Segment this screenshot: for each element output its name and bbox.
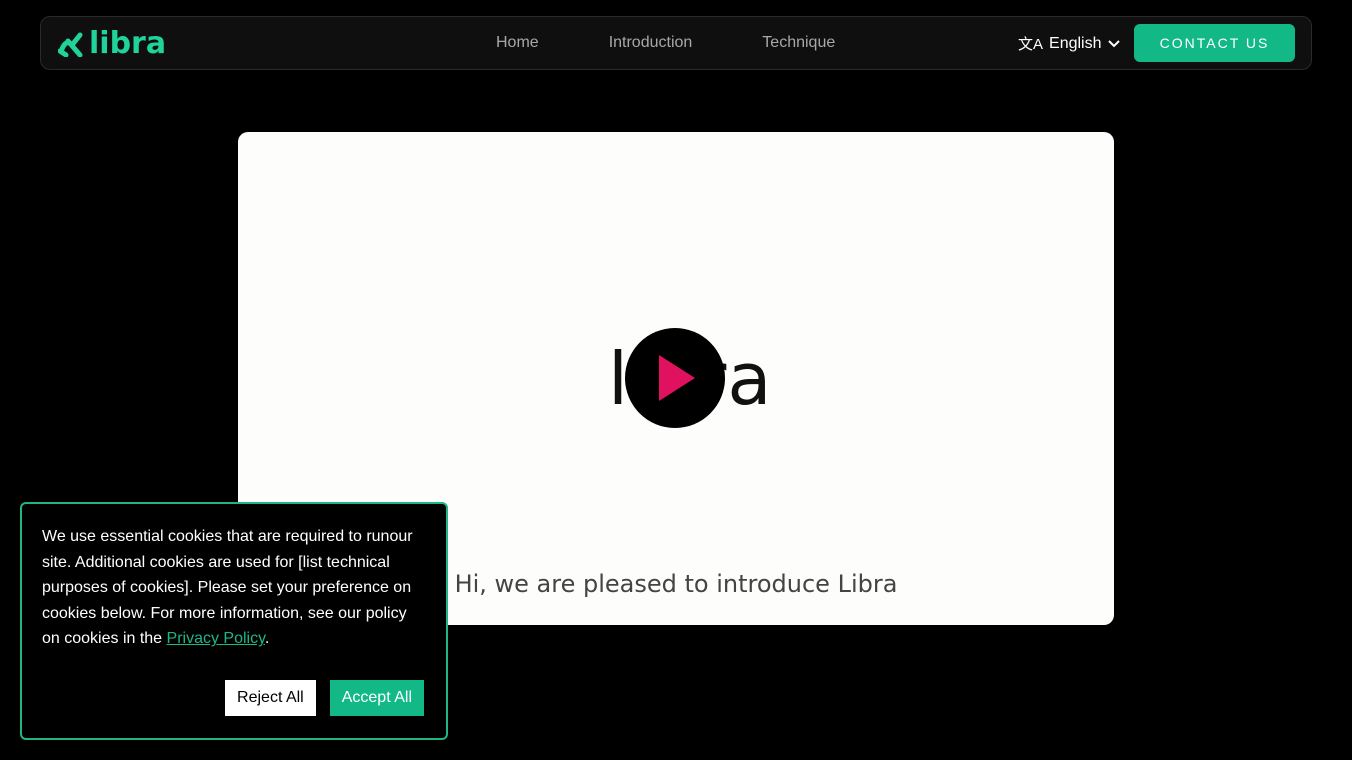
accept-all-button[interactable]: Accept All: [329, 680, 424, 716]
nav-introduction[interactable]: Introduction: [609, 34, 693, 52]
nav-home[interactable]: Home: [496, 34, 539, 52]
play-button[interactable]: [625, 328, 725, 428]
brand-name: libra: [89, 26, 167, 61]
language-selector[interactable]: 文A English: [1018, 33, 1120, 54]
cookie-banner: We use essential cookies that are requir…: [20, 502, 448, 740]
cookie-text: We use essential cookies that are requir…: [42, 528, 413, 648]
nav-technique[interactable]: Technique: [762, 34, 835, 52]
contact-us-button[interactable]: CONTACT US: [1134, 24, 1295, 62]
translate-icon: 文A: [1018, 36, 1044, 53]
chevron-down-icon: [1107, 39, 1120, 47]
libra-mark-icon: [58, 32, 83, 57]
privacy-policy-link[interactable]: Privacy Policy: [167, 630, 265, 647]
top-nav: libra Home Introduction Technique 文A Eng…: [40, 16, 1312, 70]
brand-logo[interactable]: libra: [58, 26, 166, 61]
language-label: English: [1049, 34, 1102, 52]
reject-all-button[interactable]: Reject All: [225, 680, 316, 716]
play-icon: [659, 355, 695, 401]
